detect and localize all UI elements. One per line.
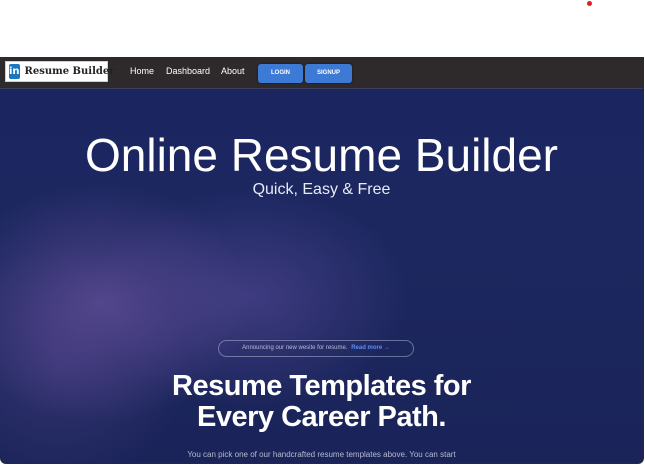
signup-button[interactable]: SIGNUP xyxy=(305,64,352,83)
announcement-pill[interactable]: Announcing our new wesite for resume. Re… xyxy=(218,340,414,357)
logo-text: Resume Builder xyxy=(24,66,115,77)
linkedin-logo-icon: in xyxy=(9,64,20,79)
browser-viewport: in Resume Builder Home Dashboard About L… xyxy=(0,57,644,464)
logo[interactable]: in Resume Builder xyxy=(5,61,115,82)
nav-link-home[interactable]: Home xyxy=(130,66,154,76)
templates-description: You can pick one of our handcrafted resu… xyxy=(187,450,456,459)
nav-link-about[interactable]: About xyxy=(221,66,245,76)
navbar: in Resume Builder Home Dashboard About L… xyxy=(0,57,643,89)
login-button[interactable]: LOGIN xyxy=(258,64,303,83)
templates-heading: Resume Templates for Every Career Path. xyxy=(0,371,643,433)
announcement-text: Announcing our new wesite for resume. xyxy=(242,345,348,351)
read-more-link[interactable]: Read more → xyxy=(351,345,390,351)
nav-link-dashboard[interactable]: Dashboard xyxy=(166,66,210,76)
templates-heading-line2: Every Career Path. xyxy=(197,401,446,433)
hero-title: Online Resume Builder xyxy=(84,129,558,181)
recording-indicator-icon xyxy=(587,1,592,6)
templates-heading-line1: Resume Templates for xyxy=(172,370,471,402)
screen: in Resume Builder Home Dashboard About L… xyxy=(0,0,645,465)
hero-subtitle: Quick, Easy & Free xyxy=(252,181,391,198)
